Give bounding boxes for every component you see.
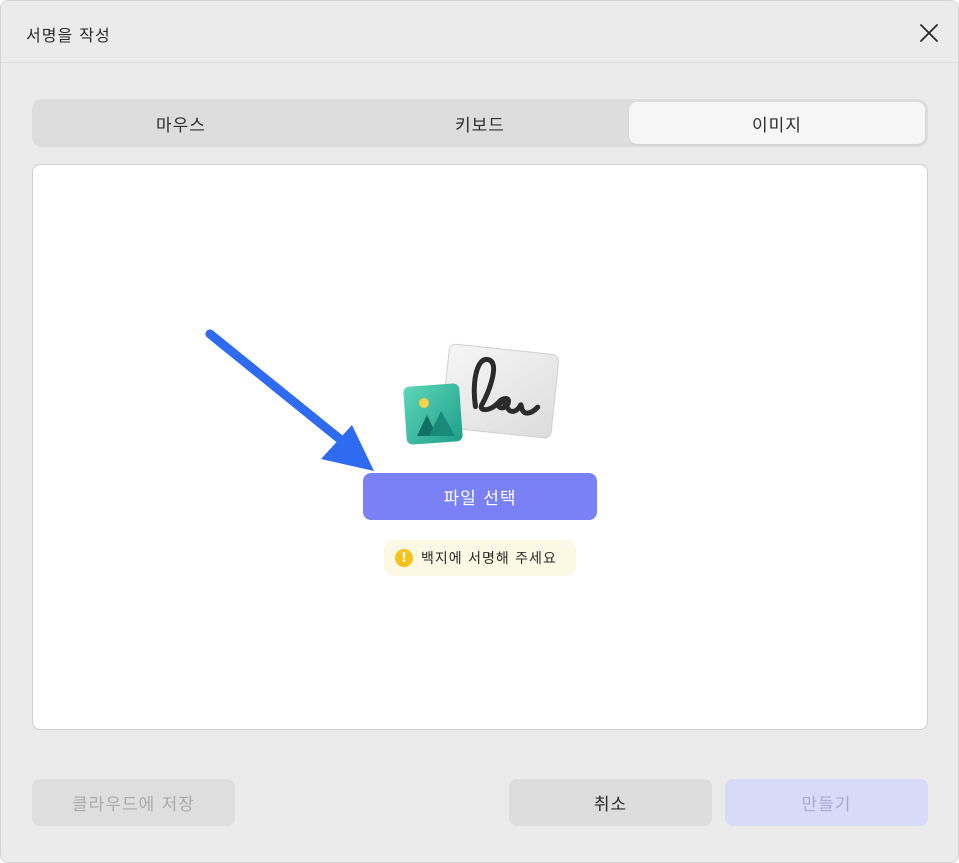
close-icon [920, 24, 938, 42]
hint-text: 백지에 서명해 주세요 [421, 551, 557, 567]
select-file-button[interactable]: 파일 선택 [363, 473, 597, 520]
close-button[interactable] [914, 18, 944, 48]
tab-keyboard[interactable]: 키보드 [331, 99, 629, 147]
tab-image[interactable]: 이미지 [629, 102, 925, 144]
cancel-button[interactable]: 취소 [509, 779, 712, 826]
save-to-cloud-button[interactable]: 클라우드에 저장 [32, 779, 235, 826]
tab-label: 이미지 [752, 115, 802, 136]
select-file-label: 파일 선택 [443, 489, 517, 509]
signature-image-illustration-icon [403, 343, 560, 445]
create-label: 만들기 [801, 795, 852, 815]
warning-icon: ! [395, 549, 413, 567]
signature-dialog: 서명을 작성 마우스 키보드 이미지 파일 선택 ! 백지에 서명해 주세요 클… [0, 0, 959, 863]
hint-badge: ! 백지에 서명해 주세요 [384, 540, 576, 576]
tab-mouse[interactable]: 마우스 [32, 99, 330, 147]
annotation-arrow-icon [205, 329, 374, 471]
create-button[interactable]: 만들기 [725, 779, 928, 826]
input-method-tabs: 마우스 키보드 이미지 [32, 99, 928, 147]
tab-label: 마우스 [156, 115, 206, 136]
title-bar: 서명을 작성 [1, 1, 958, 63]
tab-label: 키보드 [455, 115, 505, 136]
save-to-cloud-label: 클라우드에 저장 [72, 795, 195, 815]
cancel-label: 취소 [593, 795, 628, 815]
dialog-title: 서명을 작성 [26, 26, 111, 45]
